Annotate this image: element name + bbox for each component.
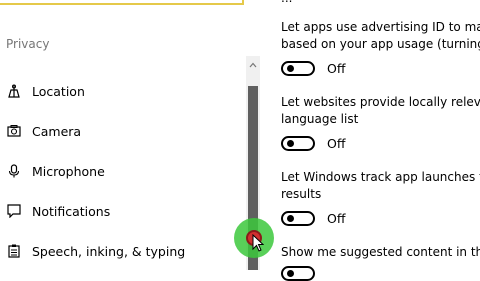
sidebar-item-notifications[interactable]: Notifications: [0, 196, 240, 226]
sidebar-item-camera[interactable]: Camera: [0, 116, 240, 146]
section-title: Privacy: [6, 37, 50, 51]
setting-3-line1: Let Windows track app launches to i: [281, 170, 480, 184]
speech-icon: [6, 243, 22, 259]
toggle-advertising-id[interactable]: [281, 61, 315, 76]
sidebar-item-location[interactable]: Location: [0, 76, 240, 106]
setting-4-line1: Show me suggested content in the S: [281, 245, 480, 259]
toggle-knob: [287, 140, 294, 147]
toggle-suggested-content[interactable]: [281, 266, 315, 281]
toggle-knob: [287, 65, 294, 72]
mouse-cursor-icon: [252, 234, 264, 252]
camera-icon: [6, 123, 22, 139]
location-icon: [6, 83, 22, 99]
toggle-state-label: Off: [327, 61, 346, 76]
toggle-state-label: Off: [327, 136, 346, 151]
setting-3-line2: results: [281, 187, 322, 201]
sidebar-item-label: Notifications: [32, 203, 111, 219]
toggle-state-label: Off: [327, 211, 346, 226]
setting-2-line2: language list: [281, 112, 359, 126]
toggle-websites-language[interactable]: [281, 136, 315, 151]
toggle-knob: [287, 215, 294, 222]
toggle-knob: [287, 270, 294, 277]
notifications-icon: [6, 203, 22, 219]
toggle-track-app-launches[interactable]: [281, 211, 315, 226]
sidebar-item-label: Speech, inking, & typing: [32, 243, 186, 259]
sidebar-item-label: Location: [32, 83, 85, 99]
partial-heading: ...: [281, 0, 292, 5]
sidebar-item-speech[interactable]: Speech, inking, & typing: [0, 236, 240, 266]
sidebar-item-label: Camera: [32, 123, 82, 139]
setting-1-line1: Let apps use advertising ID to make: [281, 20, 480, 34]
scroll-up-arrow-icon[interactable]: [246, 58, 260, 72]
search-box[interactable]: [0, 0, 244, 5]
sidebar-item-label: Microphone: [32, 163, 105, 179]
setting-2-line1: Let websites provide locally relevant: [281, 95, 480, 109]
setting-1-line2: based on your app usage (turning th: [281, 37, 480, 51]
microphone-icon: [6, 163, 22, 179]
sidebar-item-microphone[interactable]: Microphone: [0, 156, 240, 186]
